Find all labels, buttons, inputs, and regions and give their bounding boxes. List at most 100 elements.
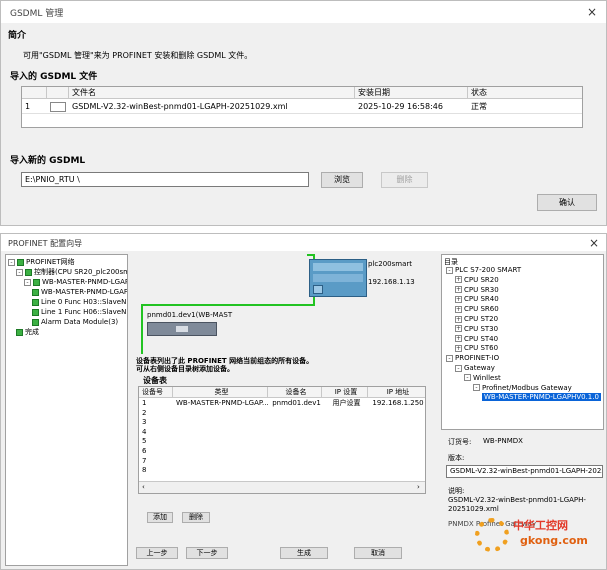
catalog-tree-item[interactable]: + CPU SR60: [455, 305, 499, 314]
nav-tree-item[interactable]: - WB-MASTER-PNMD-LGAPH(: [24, 278, 127, 287]
nav-tree-label: Line 0 Func H03::SlaveN: [41, 298, 127, 306]
wizard-title: PROFINET 配置向导: [8, 239, 83, 248]
catalog-tree-item[interactable]: + CPU ST30: [455, 325, 498, 334]
plc-device-icon[interactable]: [309, 259, 367, 297]
io-device-name-label: pnmd01.dev1(WB-MAST: [147, 311, 233, 319]
device-cell-name: [268, 428, 322, 437]
catalog-tree-label: CPU ST20: [464, 315, 499, 323]
scroll-right-icon[interactable]: ›: [417, 483, 420, 491]
nav-tree-item[interactable]: - 控制器(CPU SR20_plc200smart): [16, 268, 127, 277]
tree-expander-icon[interactable]: +: [455, 295, 462, 303]
delete-gsdml-button[interactable]: 删除: [381, 172, 428, 188]
prev-step-button[interactable]: 上一步: [136, 547, 178, 559]
browse-button[interactable]: 浏览: [321, 172, 363, 188]
nav-tree-label: Line 1 Func H06::SlaveN: [41, 308, 127, 316]
tree-expander-icon[interactable]: -: [473, 384, 480, 392]
catalog-tree-item[interactable]: + CPU SR20: [455, 276, 499, 285]
device-table-hscrollbar[interactable]: ‹ ›: [139, 481, 425, 493]
tree-expander-icon[interactable]: -: [455, 364, 462, 372]
tree-expander-icon[interactable]: +: [455, 286, 462, 294]
row-status: 正常: [471, 102, 487, 111]
device-cell-ip: [368, 447, 425, 456]
device-cell-num: 2: [142, 408, 147, 417]
version-value-field[interactable]: GSDML-V2.32-winBest-pnmd01-LGAPH-2025102…: [446, 465, 603, 478]
device-cell-ip-setting: [322, 447, 368, 456]
gsdml-close-icon[interactable]: ×: [587, 6, 597, 18]
order-number-label: 订货号:: [448, 438, 472, 446]
catalog-tree-item[interactable]: - PROFINET-IO: [446, 354, 499, 363]
catalog-tree-item[interactable]: + CPU ST40: [455, 335, 498, 344]
catalog-tree-item[interactable]: - PLC S7-200 SMART: [446, 266, 521, 275]
tree-expander-icon[interactable]: -: [16, 268, 23, 276]
catalog-tree-item[interactable]: + CPU SR40: [455, 295, 499, 304]
device-cell-ip: [368, 409, 425, 418]
io-device-icon[interactable]: [147, 322, 217, 336]
wizard-center-panel: plc200smart 192.168.1.13 pnmd01.dev1(WB-…: [133, 254, 435, 566]
catalog-tree-item[interactable]: + CPU ST60: [455, 344, 498, 353]
device-cell-num: 8: [142, 466, 147, 475]
tree-expander-icon[interactable]: -: [464, 374, 471, 382]
nav-tree-item[interactable]: - PROFINET网络: [8, 258, 75, 267]
generate-button[interactable]: 生成: [280, 547, 328, 559]
wizard-close-icon[interactable]: ×: [589, 237, 599, 249]
table-row[interactable]: 7: [139, 457, 425, 466]
plc-port-icon: [313, 285, 323, 294]
nav-tree-item[interactable]: Line 0 Func H03::SlaveN: [32, 298, 126, 307]
tree-node-icon: [32, 318, 39, 326]
tree-expander-icon[interactable]: +: [455, 305, 462, 313]
nav-tree-item[interactable]: 完成: [16, 328, 39, 337]
tree-node-icon: [32, 308, 39, 316]
tree-expander-icon[interactable]: -: [446, 354, 453, 362]
catalog-tree-item[interactable]: - Winllest: [464, 374, 501, 383]
catalog-tree-label: Profinet/Modbus Gateway: [482, 383, 572, 392]
device-col-header: 类型: [173, 387, 268, 398]
catalog-tree-label: CPU ST30: [464, 324, 499, 333]
tree-expander-icon[interactable]: +: [455, 276, 462, 284]
nav-tree-label: 控制器(CPU SR20_plc200smart): [34, 268, 127, 276]
table-row[interactable]: 1 GSDML-V2.32-winBest-pnmd01-LGAPH-20251…: [22, 100, 582, 114]
device-cell-ip-setting: [322, 409, 368, 418]
device-cell-type: [173, 418, 268, 427]
catalog-tree-item[interactable]: + CPU SR30: [455, 286, 499, 295]
catalog-tree-label: WB-MASTER-PNMD-LGAPHV0.1.0: [482, 393, 601, 402]
nav-tree-item[interactable]: Alarm Data Module(3): [32, 318, 118, 327]
description-line2: 20251029.xml: [448, 505, 499, 513]
nav-tree-label: WB-MASTER-PNMD-LGAF: [41, 288, 128, 296]
device-cell-num: 1: [142, 399, 147, 407]
table-row[interactable]: 6: [139, 447, 425, 456]
catalog-tree-item[interactable]: WB-MASTER-PNMD-LGAPHV0.1.0: [482, 393, 601, 402]
tree-expander-icon[interactable]: +: [455, 335, 462, 343]
scroll-left-icon[interactable]: ‹: [142, 483, 145, 491]
gsdml-path-input[interactable]: E:\PNIO_RTU \: [21, 172, 309, 187]
catalog-tree-item[interactable]: + CPU ST20: [455, 315, 498, 324]
device-col-header: IP 地址: [368, 387, 425, 398]
nav-tree-item[interactable]: WB-MASTER-PNMD-LGAF: [32, 288, 128, 297]
tree-expander-icon[interactable]: -: [24, 278, 31, 286]
catalog-tree-item[interactable]: - Profinet/Modbus Gateway: [473, 384, 572, 393]
cancel-button[interactable]: 取消: [354, 547, 402, 559]
delete-device-button[interactable]: 删除: [182, 512, 210, 523]
col-header-check: [47, 87, 69, 99]
tree-expander-icon[interactable]: +: [455, 315, 462, 323]
device-cell-type: [173, 409, 268, 418]
catalog-tree-item[interactable]: - Gateway: [455, 364, 495, 373]
device-cell-ip-setting: [322, 418, 368, 427]
device-cell-type: [173, 428, 268, 437]
add-device-button[interactable]: 添加: [147, 512, 173, 523]
col-header-status: 状态: [468, 87, 582, 99]
tree-expander-icon[interactable]: +: [455, 325, 462, 333]
plc-device-panel: [313, 274, 363, 282]
table-row[interactable]: 8: [139, 466, 425, 475]
table-row[interactable]: 1 WB-MASTER-PNMD-LGAP... pnmd01.dev1 用户设置 19…: [139, 399, 425, 408]
table-row[interactable]: 4: [139, 428, 425, 437]
table-row[interactable]: 3: [139, 418, 425, 427]
table-row[interactable]: 2: [139, 409, 425, 418]
next-step-button[interactable]: 下一步: [186, 547, 228, 559]
tree-expander-icon[interactable]: +: [455, 344, 462, 352]
tree-expander-icon[interactable]: -: [446, 266, 453, 274]
tree-expander-icon[interactable]: -: [8, 258, 15, 266]
tree-node-icon: [17, 258, 24, 266]
nav-tree-item[interactable]: Line 1 Func H06::SlaveN: [32, 308, 126, 317]
confirm-button[interactable]: 确认: [537, 194, 597, 211]
table-row[interactable]: 5: [139, 437, 425, 446]
